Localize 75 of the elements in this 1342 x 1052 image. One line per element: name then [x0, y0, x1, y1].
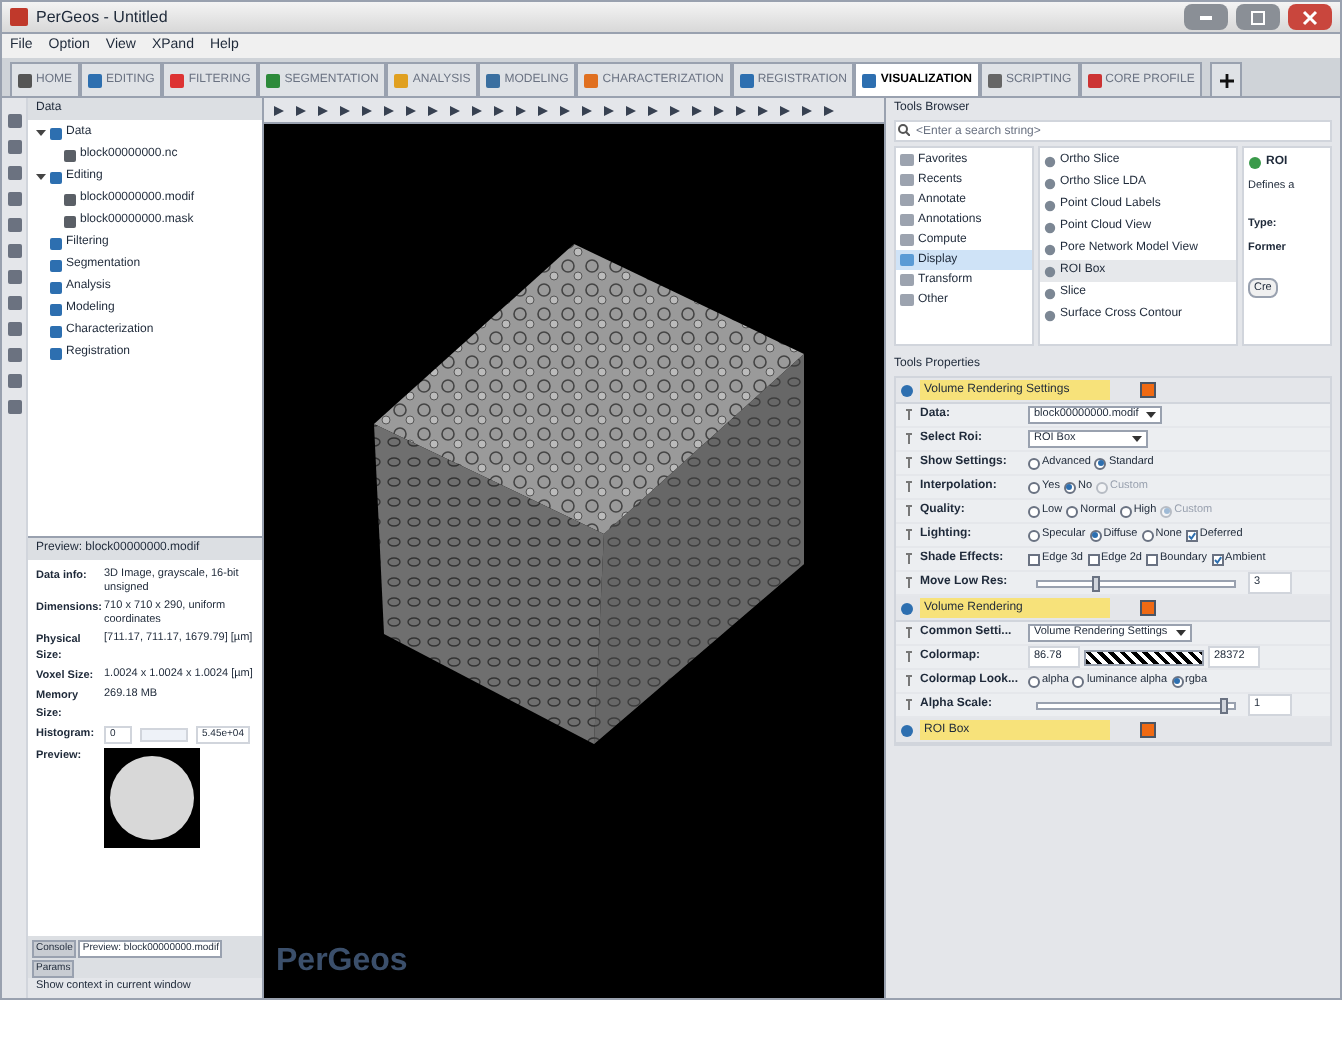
radio-button[interactable] — [1141, 529, 1154, 541]
pin-icon[interactable] — [900, 552, 916, 566]
pin-icon[interactable] — [900, 576, 916, 590]
colormap-bar[interactable] — [1084, 649, 1204, 665]
pin-icon[interactable] — [900, 480, 916, 494]
pin-icon[interactable] — [900, 698, 916, 712]
tab-icon — [88, 73, 102, 87]
plus-icon — [1219, 73, 1234, 87]
radio-button[interactable] — [1028, 457, 1040, 469]
checkbox[interactable] — [1146, 553, 1158, 565]
tab-icon — [584, 73, 599, 87]
tab-icon — [739, 73, 754, 87]
window-title: PerGeos - Untitled — [36, 5, 168, 29]
radio-button[interactable] — [1028, 481, 1040, 493]
caret-icon — [1175, 629, 1186, 637]
color-swatch[interactable] — [1140, 600, 1156, 616]
tab-icon — [394, 73, 409, 87]
radio-button[interactable] — [1171, 675, 1184, 687]
checkbox[interactable] — [1211, 553, 1224, 565]
app-icon — [10, 8, 28, 26]
radio-button[interactable] — [1066, 505, 1079, 517]
slider-thumb[interactable] — [1220, 697, 1229, 713]
color-swatch[interactable] — [1140, 722, 1156, 738]
module-icon — [900, 723, 914, 737]
tab-icon — [170, 73, 185, 87]
histogram-bar — [140, 728, 188, 742]
checkbox[interactable] — [1028, 553, 1040, 565]
expander-icon[interactable] — [36, 172, 46, 182]
radio-button[interactable] — [1119, 505, 1132, 517]
radio-button[interactable] — [1063, 481, 1076, 493]
checkbox[interactable] — [1185, 529, 1198, 541]
pin-icon[interactable] — [900, 504, 916, 518]
tab-icon — [987, 73, 1002, 87]
close-icon — [1302, 9, 1318, 25]
radio-button[interactable] — [1028, 505, 1040, 517]
preview-thumbnail — [104, 748, 200, 849]
checkbox[interactable] — [1087, 553, 1099, 565]
module-icon — [900, 601, 914, 615]
search-icon — [898, 124, 910, 136]
minimize-button[interactable] — [1184, 4, 1228, 30]
color-swatch[interactable] — [1140, 382, 1156, 398]
folder-icon — [50, 171, 62, 183]
caret-icon — [1132, 435, 1142, 443]
minimize-icon — [1200, 15, 1212, 19]
close-button[interactable] — [1288, 4, 1332, 30]
pin-icon[interactable] — [900, 432, 916, 446]
radio-button[interactable] — [1094, 457, 1107, 469]
add-tab-button[interactable] — [1210, 62, 1243, 96]
slider-track[interactable] — [1036, 579, 1236, 587]
module-icon — [900, 383, 914, 397]
slider-thumb[interactable] — [1092, 575, 1101, 591]
tab-icon — [486, 73, 501, 87]
radio-button[interactable] — [1089, 529, 1102, 541]
radio-button[interactable] — [1072, 675, 1085, 687]
expander-icon[interactable] — [36, 128, 46, 138]
radio-button[interactable] — [1028, 529, 1040, 541]
slider-track[interactable] — [1036, 701, 1236, 709]
radio-button[interactable] — [1028, 675, 1040, 687]
pin-icon[interactable] — [900, 528, 916, 542]
folder-icon — [50, 127, 62, 139]
caret-icon — [1146, 411, 1157, 419]
pin-icon[interactable] — [900, 674, 916, 688]
tab-icon — [862, 73, 877, 87]
pin-icon[interactable] — [900, 408, 916, 422]
tab-icon — [1087, 73, 1102, 87]
pin-icon[interactable] — [900, 456, 916, 470]
tab-icon — [266, 73, 281, 87]
data-object-icon — [64, 149, 76, 161]
pin-icon[interactable] — [900, 650, 916, 664]
pin-icon[interactable] — [900, 626, 916, 640]
tool-icon — [1248, 156, 1262, 170]
logo-text: PerGeos — [276, 942, 408, 982]
maximize-button[interactable] — [1236, 4, 1280, 30]
maximize-icon — [1250, 9, 1266, 25]
tab-icon — [18, 73, 32, 87]
